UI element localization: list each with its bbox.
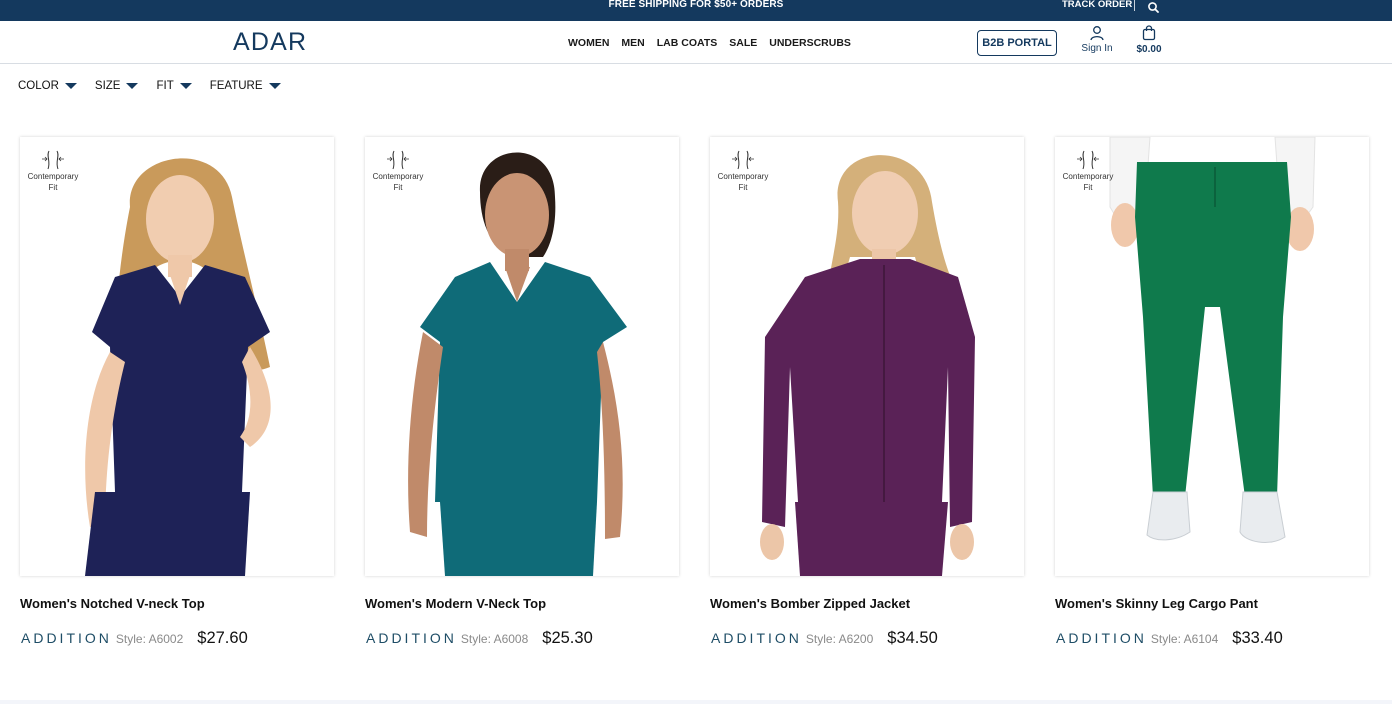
fit-label-line2: Fit — [1083, 183, 1093, 192]
product-price: $33.40 — [1232, 629, 1283, 647]
product-name[interactable]: Women's Modern V-Neck Top — [365, 596, 546, 611]
brand-name: ADDITION — [711, 630, 802, 646]
fit-silhouette-icon — [370, 149, 426, 171]
product-card[interactable]: Contemporary Fit Women's Notched V-neck … — [20, 137, 334, 647]
product-meta: ADDITION Style: A6104 $33.40 — [1056, 629, 1283, 648]
style-number: Style: A6200 — [805, 632, 874, 646]
product-card[interactable]: Contemporary Fit Women's Modern V-Neck T… — [365, 137, 679, 647]
caret-down-icon — [64, 83, 77, 89]
product-name[interactable]: Women's Notched V-neck Top — [20, 596, 205, 611]
filter-label: SIZE — [94, 80, 121, 92]
nav-lab-coats[interactable]: LAB COATS — [651, 37, 723, 49]
product-photo — [408, 152, 627, 576]
fit-label-line2: Fit — [738, 183, 748, 192]
filter-bar: COLOR SIZE FIT FEATURE — [18, 78, 299, 94]
nav-men[interactable]: MEN — [615, 37, 650, 49]
filter-feature[interactable]: FEATURE — [210, 80, 281, 92]
product-image[interactable]: Contemporary Fit — [1055, 137, 1369, 576]
brand-name: ADDITION — [21, 630, 112, 646]
caret-down-icon — [268, 83, 281, 89]
cart-button[interactable]: $0.00 — [1130, 25, 1168, 55]
filter-size[interactable]: SIZE — [95, 80, 139, 92]
fit-label-line1: Contemporary — [372, 172, 424, 181]
fit-silhouette-icon — [715, 149, 771, 171]
nav-underscrubs[interactable]: UNDERSCRUBS — [763, 37, 857, 49]
fit-silhouette-icon — [25, 149, 81, 171]
product-price: $34.50 — [887, 629, 938, 647]
promo-divider — [1134, 0, 1135, 11]
brand-name: ADDITION — [1056, 630, 1147, 646]
contemporary-fit-badge: Contemporary Fit — [25, 149, 81, 193]
product-name[interactable]: Women's Skinny Leg Cargo Pant — [1055, 596, 1258, 611]
product-image[interactable]: Contemporary Fit — [20, 137, 334, 576]
filter-label: FIT — [156, 80, 174, 92]
product-photo — [85, 158, 271, 576]
fit-label-line2: Fit — [48, 183, 58, 192]
page-divider — [0, 700, 1392, 704]
product-photo — [760, 155, 975, 576]
contemporary-fit-badge: Contemporary Fit — [1060, 149, 1116, 193]
track-order-link[interactable]: TRACK ORDER — [1062, 0, 1132, 9]
product-name[interactable]: Women's Bomber Zipped Jacket — [710, 596, 910, 611]
user-icon — [1077, 25, 1117, 41]
sign-in-button[interactable]: Sign In — [1077, 25, 1117, 54]
fit-silhouette-icon — [1060, 149, 1116, 171]
shopping-bag-icon — [1130, 25, 1168, 41]
product-card[interactable]: Contemporary Fit Women's Skinny Leg Carg… — [1055, 137, 1369, 647]
main-nav: WOMEN MEN LAB COATS SALE UNDERSCRUBS — [562, 21, 857, 64]
filter-label: FEATURE — [209, 80, 263, 92]
brand-name: ADDITION — [366, 630, 457, 646]
contemporary-fit-badge: Contemporary Fit — [715, 149, 771, 193]
product-photo — [1109, 137, 1316, 543]
product-meta: ADDITION Style: A6200 $34.50 — [711, 629, 938, 648]
fit-label-line1: Contemporary — [717, 172, 769, 181]
contemporary-fit-badge: Contemporary Fit — [370, 149, 426, 193]
product-image[interactable]: Contemporary Fit — [365, 137, 679, 576]
cart-total: $0.00 — [1136, 44, 1162, 55]
product-image[interactable]: Contemporary Fit — [710, 137, 1024, 576]
filter-label: COLOR — [18, 80, 59, 92]
search-icon[interactable] — [1147, 0, 1161, 13]
product-price: $27.60 — [197, 629, 248, 647]
product-price: $25.30 — [542, 629, 593, 647]
caret-down-icon — [179, 83, 192, 89]
sign-in-label: Sign In — [1081, 43, 1113, 54]
nav-women[interactable]: WOMEN — [562, 37, 615, 49]
style-number: Style: A6002 — [115, 632, 184, 646]
style-number: Style: A6104 — [1150, 632, 1219, 646]
fit-label-line1: Contemporary — [27, 172, 79, 181]
promo-bar: FREE SHIPPING FOR $50+ ORDERS TRACK ORDE… — [0, 0, 1392, 21]
product-meta: ADDITION Style: A6002 $27.60 — [21, 629, 248, 648]
site-header: ADAR WOMEN MEN LAB COATS SALE UNDERSCRUB… — [0, 21, 1392, 64]
product-meta: ADDITION Style: A6008 $25.30 — [366, 629, 593, 648]
adar-logo[interactable]: ADAR — [233, 27, 307, 57]
filter-fit[interactable]: FIT — [156, 80, 192, 92]
filter-color[interactable]: COLOR — [18, 80, 77, 92]
fit-label-line2: Fit — [393, 183, 403, 192]
nav-sale[interactable]: SALE — [723, 37, 763, 49]
fit-label-line1: Contemporary — [1062, 172, 1114, 181]
product-card[interactable]: Contemporary Fit Women's Bomber Zipped J… — [710, 137, 1024, 647]
free-shipping-banner: FREE SHIPPING FOR $50+ ORDERS — [608, 0, 784, 10]
caret-down-icon — [126, 83, 139, 89]
b2b-portal-button[interactable]: B2B PORTAL — [977, 30, 1057, 56]
style-number: Style: A6008 — [460, 632, 529, 646]
